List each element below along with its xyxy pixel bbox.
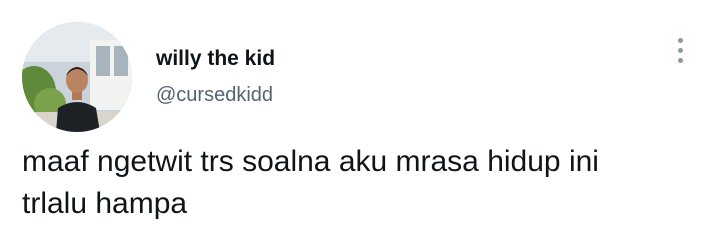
tweet-card: willy the kid @cursedkidd maaf ngetwit t… <box>0 0 720 240</box>
menu-dot <box>677 58 683 63</box>
menu-dot <box>677 48 683 53</box>
user-handle[interactable]: @cursedkidd <box>156 84 273 107</box>
menu-dot <box>677 38 683 43</box>
tweet-text: maaf ngetwit trs soalna aku mrasa hidup … <box>22 145 599 220</box>
display-name[interactable]: willy the kid <box>156 47 275 71</box>
avatar[interactable] <box>22 22 132 132</box>
more-vertical-icon[interactable] <box>668 38 692 72</box>
avatar-photo-icon <box>22 22 132 132</box>
